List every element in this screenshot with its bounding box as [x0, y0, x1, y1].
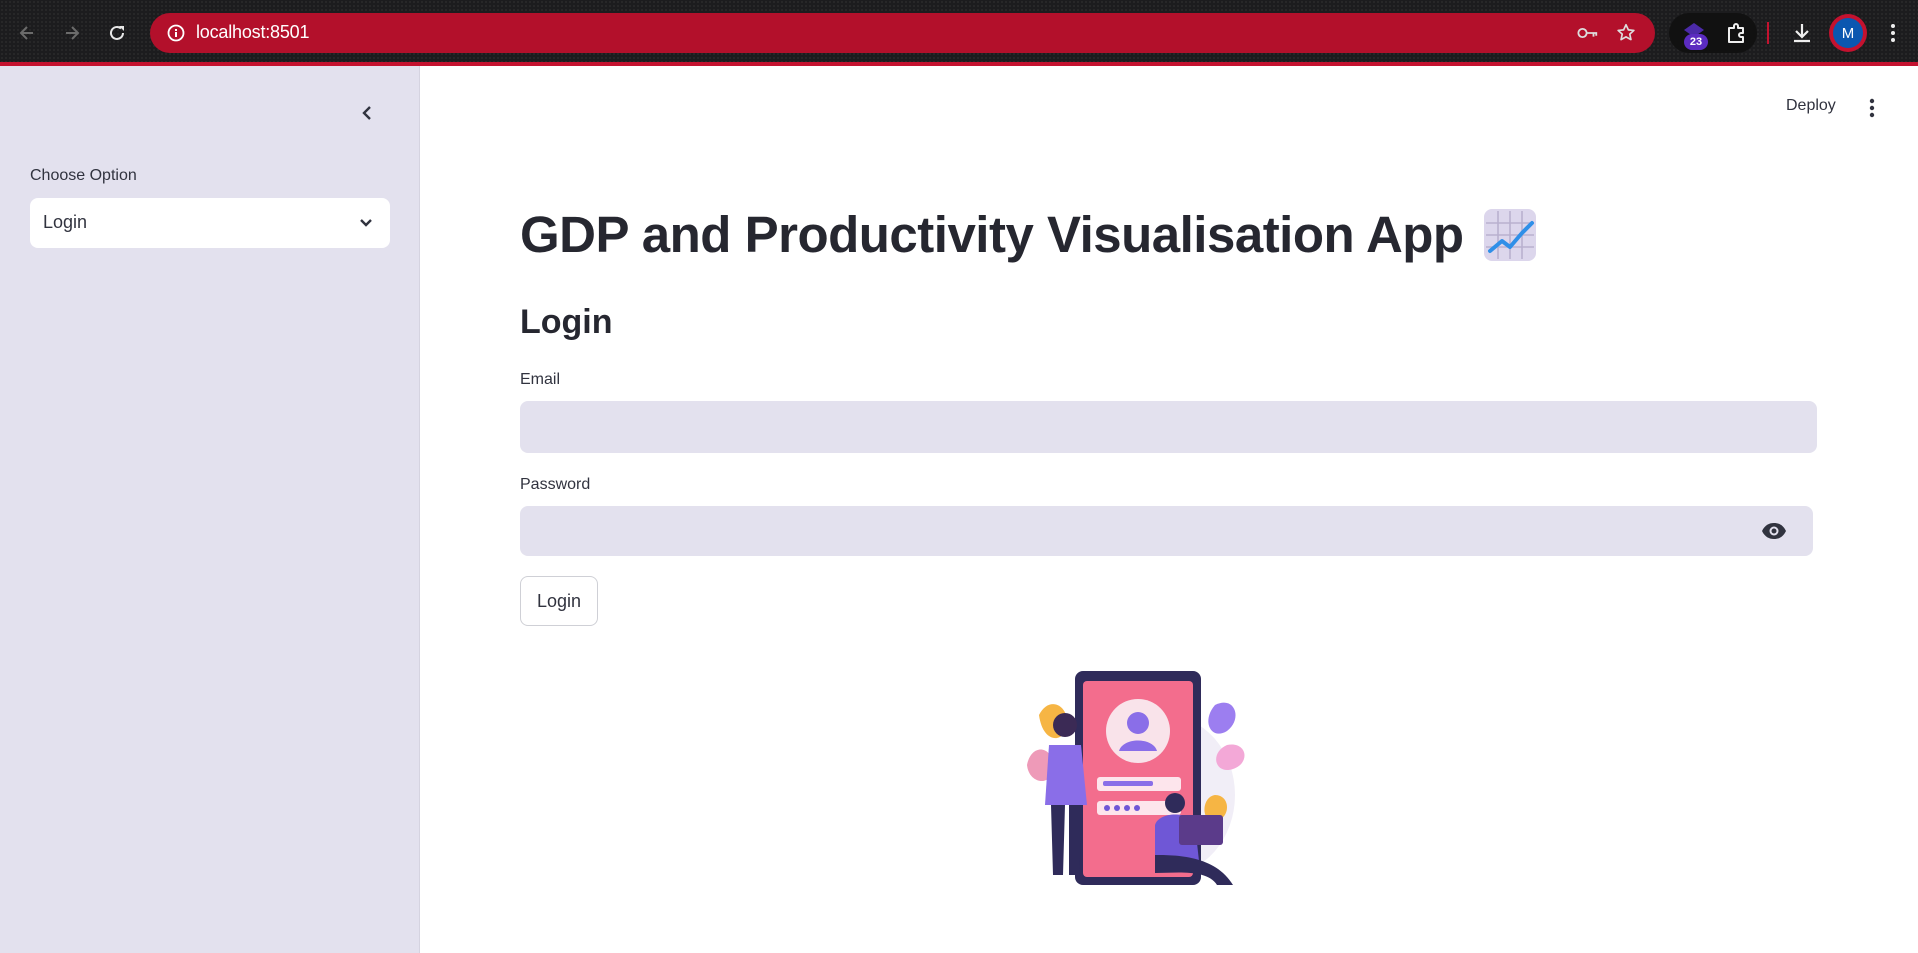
choose-option-select[interactable]: Login — [30, 198, 390, 248]
password-label: Password — [520, 476, 591, 493]
forward-icon[interactable] — [57, 18, 87, 48]
mobile-login-illustration — [1027, 671, 1245, 885]
browser-toolbar: localhost:8501 23 M — [0, 0, 1918, 66]
password-field[interactable] — [520, 506, 1813, 556]
toolbar-divider — [1767, 22, 1769, 44]
collapse-sidebar-button[interactable] — [354, 100, 380, 126]
chevron-left-icon — [362, 106, 371, 120]
page-title: GDP and Productivity Visualisation App — [520, 205, 1538, 267]
bookmark-star-icon[interactable] — [1615, 22, 1637, 44]
reload-icon[interactable] — [102, 18, 132, 48]
email-label: Email — [520, 371, 561, 388]
site-info-icon[interactable] — [166, 23, 186, 43]
deploy-button[interactable]: Deploy — [1786, 97, 1836, 115]
profile-initial: M — [1833, 18, 1863, 48]
chevron-down-icon — [360, 219, 372, 227]
extension-badge: 23 — [1684, 34, 1708, 50]
download-icon[interactable] — [1790, 21, 1814, 45]
address-bar[interactable]: localhost:8501 — [150, 13, 1655, 53]
url-text[interactable]: localhost:8501 — [196, 22, 309, 43]
email-field[interactable] — [520, 401, 1817, 453]
main-menu-button[interactable] — [1860, 96, 1884, 120]
back-icon[interactable] — [12, 18, 42, 48]
eye-icon[interactable] — [1761, 520, 1787, 542]
more-vertical-icon — [1869, 98, 1875, 118]
page-title-text: GDP and Productivity Visualisation App — [520, 206, 1464, 263]
login-button[interactable]: Login — [520, 576, 598, 626]
chart-increasing-icon — [1483, 208, 1536, 261]
choose-option-label: Choose Option — [30, 167, 137, 184]
key-icon[interactable] — [1577, 23, 1599, 43]
sidebar: Choose Option Login — [0, 66, 420, 953]
puzzle-icon[interactable] — [1725, 21, 1749, 45]
login-heading: Login — [520, 303, 613, 341]
select-value: Login — [43, 212, 88, 232]
profile-avatar[interactable]: M — [1829, 14, 1867, 52]
browser-menu-icon[interactable] — [1881, 21, 1905, 45]
